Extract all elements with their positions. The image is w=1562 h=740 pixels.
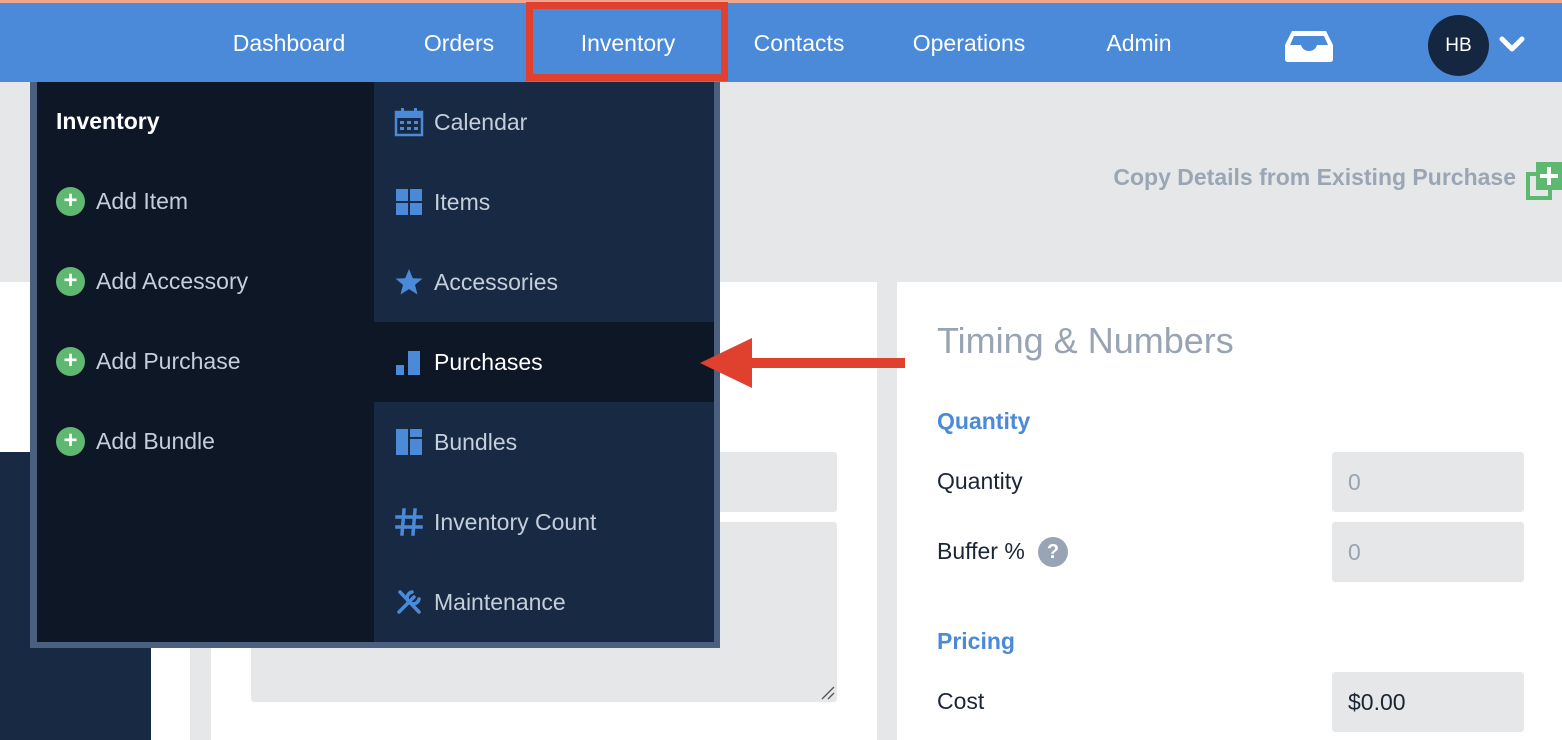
menu-bundles-label: Bundles (434, 428, 518, 455)
nav-dashboard[interactable]: Dashboard (220, 3, 358, 83)
add-item-link[interactable]: + Add Item (56, 181, 188, 221)
buffer-label: Buffer % (937, 538, 1025, 564)
section-pricing-heading: Pricing (937, 628, 1015, 654)
menu-inventory-count[interactable]: Inventory Count (374, 482, 714, 562)
menu-accessories[interactable]: Accessories (374, 242, 714, 322)
chevron-down-icon[interactable] (1498, 33, 1526, 55)
add-bundle-link[interactable]: + Add Bundle (56, 421, 215, 461)
menu-maintenance[interactable]: Maintenance (374, 562, 714, 642)
star-icon (395, 269, 423, 295)
panel-title: Timing & Numbers (937, 320, 1234, 361)
section-quantity-heading: Quantity (937, 408, 1031, 434)
add-purchase-link[interactable]: + Add Purchase (56, 341, 240, 381)
menu-maintenance-label: Maintenance (434, 588, 566, 615)
calendar-icon (394, 108, 424, 137)
avatar[interactable]: HB (1428, 15, 1489, 76)
nav-contacts[interactable]: Contacts (740, 3, 858, 83)
inbox-icon[interactable] (1284, 29, 1334, 63)
menu-calendar[interactable]: Calendar (374, 82, 714, 162)
add-bundle-label: Add Bundle (96, 427, 215, 454)
cost-label: Cost (937, 688, 985, 714)
quantity-label: Quantity (937, 468, 1023, 494)
menu-purchases[interactable]: Purchases (374, 322, 714, 402)
copy-from-existing-purchase-link[interactable]: Copy Details from Existing Purchase (1100, 164, 1516, 191)
nav-operations[interactable]: Operations (900, 3, 1038, 83)
plus-circle-icon: + (56, 186, 85, 216)
bundle-icon (396, 429, 422, 455)
menu-purchases-label: Purchases (434, 348, 543, 375)
pointer-arrow-annotation (700, 338, 905, 388)
bar-chart-icon (396, 351, 420, 375)
menu-accessories-label: Accessories (434, 268, 558, 295)
nav-admin[interactable]: Admin (1094, 3, 1184, 83)
add-item-label: Add Item (96, 187, 189, 214)
dropdown-heading: Inventory (56, 108, 160, 134)
hash-icon (395, 508, 423, 536)
add-accessory-label: Add Accessory (96, 267, 249, 294)
menu-items[interactable]: Items (374, 162, 714, 242)
plus-circle-icon: + (56, 346, 85, 376)
plus-circle-icon: + (56, 426, 85, 456)
tools-icon (397, 590, 421, 614)
menu-calendar-label: Calendar (434, 108, 528, 135)
nav-orders[interactable]: Orders (410, 3, 508, 83)
add-purchase-label: Add Purchase (96, 347, 241, 374)
nav-inventory[interactable]: Inventory (540, 3, 716, 83)
help-icon[interactable]: ? (1038, 537, 1068, 567)
buffer-input[interactable]: 0 (1332, 522, 1524, 582)
cost-input[interactable]: $0.00 (1332, 672, 1524, 732)
top-nav-bar: Dashboard Orders Inventory Contacts Oper… (0, 0, 1562, 82)
add-accessory-link[interactable]: + Add Accessory (56, 261, 248, 301)
grid-icon (396, 189, 422, 215)
menu-inventory-count-label: Inventory Count (434, 508, 597, 535)
resize-grip-icon[interactable] (819, 684, 835, 700)
quantity-input[interactable]: 0 (1332, 452, 1524, 512)
menu-items-label: Items (434, 188, 491, 215)
plus-circle-icon: + (56, 266, 85, 296)
menu-bundles[interactable]: Bundles (374, 402, 714, 482)
copy-add-icon[interactable] (1526, 160, 1562, 200)
